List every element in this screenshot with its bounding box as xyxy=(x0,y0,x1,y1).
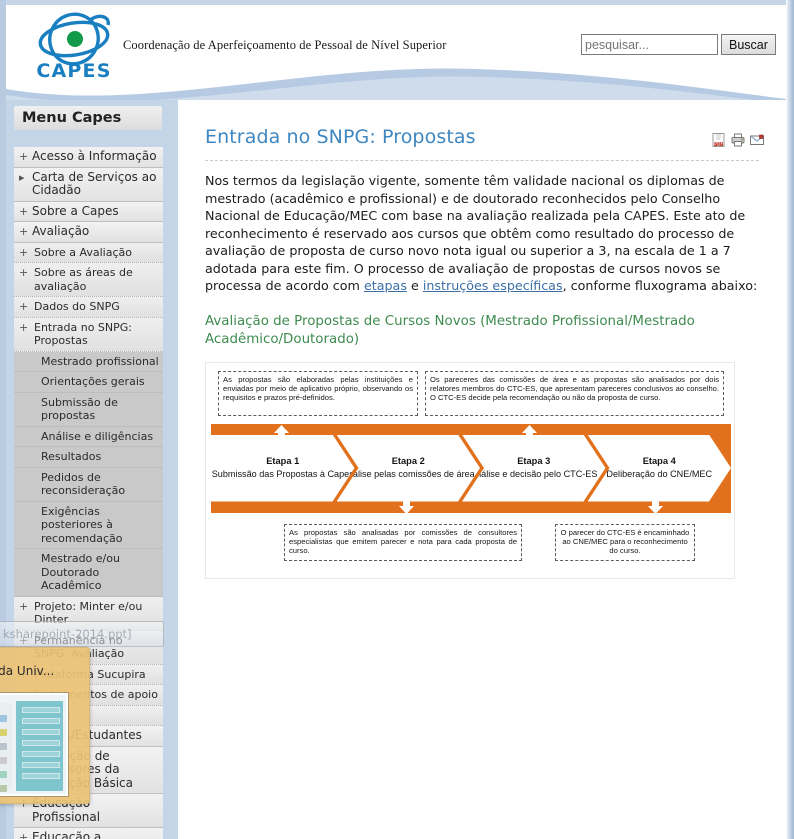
intro-paragraph: Nos termos da legislação vigente, soment… xyxy=(194,161,770,295)
email-icon[interactable] xyxy=(750,132,764,146)
sidebar-item-label: Acesso à Informação xyxy=(32,149,157,163)
sidebar-item-expander-icon[interactable]: + xyxy=(19,205,28,219)
search-input[interactable] xyxy=(581,34,718,55)
flow-step-description: Submissão das Propostas à Capes xyxy=(211,468,354,479)
thumbnail-content-lines xyxy=(22,707,60,784)
flow-step-description: Análise pelas comissões de área xyxy=(341,468,475,479)
flow-step-4: Etapa 4 Deliberação do CNE/MEC xyxy=(588,435,732,502)
sidebar-item-label: Sobre as áreas de avaliação xyxy=(34,266,133,293)
sidebar-item-10[interactable]: Submissão de propostas xyxy=(14,392,163,427)
thumbnail-sidebar-strip xyxy=(0,703,12,792)
taskbar-button[interactable]: ksharepoint-2014.ppt] xyxy=(0,621,164,647)
sidebar-item-13[interactable]: Pedidos de reconsideração xyxy=(14,467,163,502)
sidebar-item-label: Orientações gerais xyxy=(41,375,145,388)
sidebar-item-expander-icon[interactable]: + xyxy=(19,225,28,239)
flow-step-label: Etapa 2 xyxy=(391,455,425,466)
flow-note-top-1: As propostas são elaboradas pelas instit… xyxy=(218,370,418,416)
thumbnail-canvas xyxy=(0,695,66,794)
sidebar-item-2[interactable]: + Sobre a Capes xyxy=(14,201,163,222)
flow-arrow-down-1 xyxy=(399,495,414,514)
sidebar-item-label: Avaliação xyxy=(32,224,90,238)
sidebar-item-24[interactable]: + Educação a Distância xyxy=(14,828,163,839)
page-root: CAPES Coordenação de Aperfeiçoamento de … xyxy=(0,0,794,839)
svg-text:PDF: PDF xyxy=(714,141,723,147)
taskbar-button-label: ksharepoint-2014.ppt] xyxy=(3,627,132,641)
sidebar-title: Menu Capes xyxy=(14,106,162,130)
intro-text-part-1: Nos termos da legislação vigente, soment… xyxy=(205,173,746,293)
sidebar-item-expander-icon[interactable]: + xyxy=(19,831,28,839)
flowchart-figure: As propostas são elaboradas pelas instit… xyxy=(205,361,735,579)
section-heading: Avaliação de Propostas de Cursos Novos (… xyxy=(205,313,695,347)
flow-step-description: Deliberação do CNE/MEC xyxy=(606,468,713,479)
sidebar-item-1[interactable]: ▸ Carta de Serviços ao Cidadão xyxy=(14,167,163,202)
sidebar-item-3[interactable]: + Avaliação xyxy=(14,222,163,243)
sidebar-item-0[interactable]: + Acesso à Informação xyxy=(14,147,163,168)
flow-note-bottom-2: O parecer do CTC-ES é encaminhado ao CNE… xyxy=(555,523,695,561)
capes-logo[interactable]: CAPES xyxy=(28,11,120,89)
flow-note-top-2: Os pareceres das comissões de área e as … xyxy=(425,370,724,416)
taskbar-thumbnail-label: l da Univ... xyxy=(0,664,55,678)
sidebar-item-11[interactable]: Análise e diligências xyxy=(14,426,163,447)
document-action-icons: PDF xyxy=(712,132,764,147)
flow-step-3: Etapa 3 Análise e decisão pelo CTC-ES xyxy=(462,435,606,502)
pdf-icon[interactable]: PDF xyxy=(712,132,726,147)
search-area: Buscar xyxy=(581,34,776,55)
taskbar-thumbnail-preview[interactable] xyxy=(0,692,69,797)
sidebar-item-expander-icon[interactable]: + xyxy=(19,321,28,335)
sidebar-item-7[interactable]: + Entrada no SNPG: Propostas xyxy=(14,317,163,352)
sidebar-item-label: Exigências posteriores à recomendação xyxy=(41,504,123,545)
page-title: Entrada no SNPG: Propostas xyxy=(205,126,476,148)
flow-step-description: Análise e decisão pelo CTC-ES xyxy=(470,468,598,479)
sidebar-item-6[interactable]: + Dados do SNPG xyxy=(14,297,163,318)
sidebar-item-label: Sobre a Capes xyxy=(32,203,119,218)
intro-text-mid: e xyxy=(406,278,423,293)
sidebar-item-label: Submissão de propostas xyxy=(41,395,118,423)
sidebar-item-8[interactable]: Mestrado profissional xyxy=(14,351,163,372)
flow-arrow-down-2 xyxy=(648,495,663,514)
sidebar-item-4[interactable]: + Sobre a Avaliação xyxy=(14,242,163,263)
sidebar-item-label: Carta de Serviços ao Cidadão xyxy=(32,169,157,197)
sidebar-item-label: Educação a Distância xyxy=(32,830,102,839)
sidebar-item-label: Resultados xyxy=(41,450,102,463)
sidebar-item-expander-icon[interactable]: + xyxy=(19,246,28,260)
sidebar-item-label: Sobre a Avaliação xyxy=(34,245,132,259)
flow-step-label: Etapa 3 xyxy=(517,455,551,466)
sidebar-item-label: Pedidos de reconsideração xyxy=(41,470,126,498)
sidebar-item-label: Dados do SNPG xyxy=(34,300,120,313)
flow-step-1: Etapa 1 Submissão das Propostas à Capes xyxy=(211,435,355,502)
search-button[interactable]: Buscar xyxy=(721,34,776,55)
flow-step-2: Etapa 2 Análise pelas comissões de área xyxy=(337,435,481,502)
sidebar-item-label: Análise e diligências xyxy=(41,429,154,443)
link-etapas[interactable]: etapas xyxy=(364,278,407,293)
organization-name: Coordenação de Aperfeiçoamento de Pessoa… xyxy=(123,38,447,52)
intro-text-part-2: , conforme fluxograma abaixo: xyxy=(562,278,758,293)
sidebar-item-label: Mestrado e/ou Doutorado Acadêmico xyxy=(41,552,120,592)
sidebar-item-expander-icon[interactable]: + xyxy=(19,266,28,280)
flow-step-label: Etapa 4 xyxy=(642,455,676,466)
print-icon[interactable] xyxy=(731,132,745,147)
sidebar-item-expander-icon[interactable]: + xyxy=(19,300,28,314)
sidebar-item-expander-icon[interactable]: + xyxy=(19,150,28,164)
sidebar-item-14[interactable]: Exigências posteriores à recomendação xyxy=(14,501,163,549)
svg-text:CAPES: CAPES xyxy=(36,60,111,82)
link-instrucoes-especificas[interactable]: instruções específicas xyxy=(423,278,563,293)
sidebar-item-expander-icon[interactable]: + xyxy=(19,600,28,614)
site-header: CAPES Coordenação de Aperfeiçoamento de … xyxy=(6,5,786,103)
sidebar-item-5[interactable]: + Sobre as áreas de avaliação xyxy=(14,263,163,297)
sidebar-item-15[interactable]: Mestrado e/ou Doutorado Acadêmico xyxy=(14,549,163,597)
main-content: Entrada no SNPG: Propostas PDF Nos termo… xyxy=(178,100,786,839)
sidebar-item-expander-icon[interactable]: ▸ xyxy=(19,171,25,185)
sidebar-item-12[interactable]: Resultados xyxy=(14,447,163,468)
sidebar-item-label: Entrada no SNPG: Propostas xyxy=(34,320,132,348)
window-frame-right xyxy=(786,0,794,839)
flow-step-label: Etapa 1 xyxy=(266,455,300,466)
flow-steps-row: Etapa 1 Submissão das Propostas à Capes Et… xyxy=(211,435,731,502)
sidebar-item-9[interactable]: Orientações gerais xyxy=(14,372,163,393)
header-wave-decoration xyxy=(6,68,786,103)
taskbar-thumbnail-tooltip[interactable]: l da Univ... xyxy=(0,647,90,804)
sidebar-item-label: Mestrado profissional xyxy=(41,354,159,368)
flow-note-bottom-1: As propostas são analisadas por comissõe… xyxy=(284,523,522,561)
